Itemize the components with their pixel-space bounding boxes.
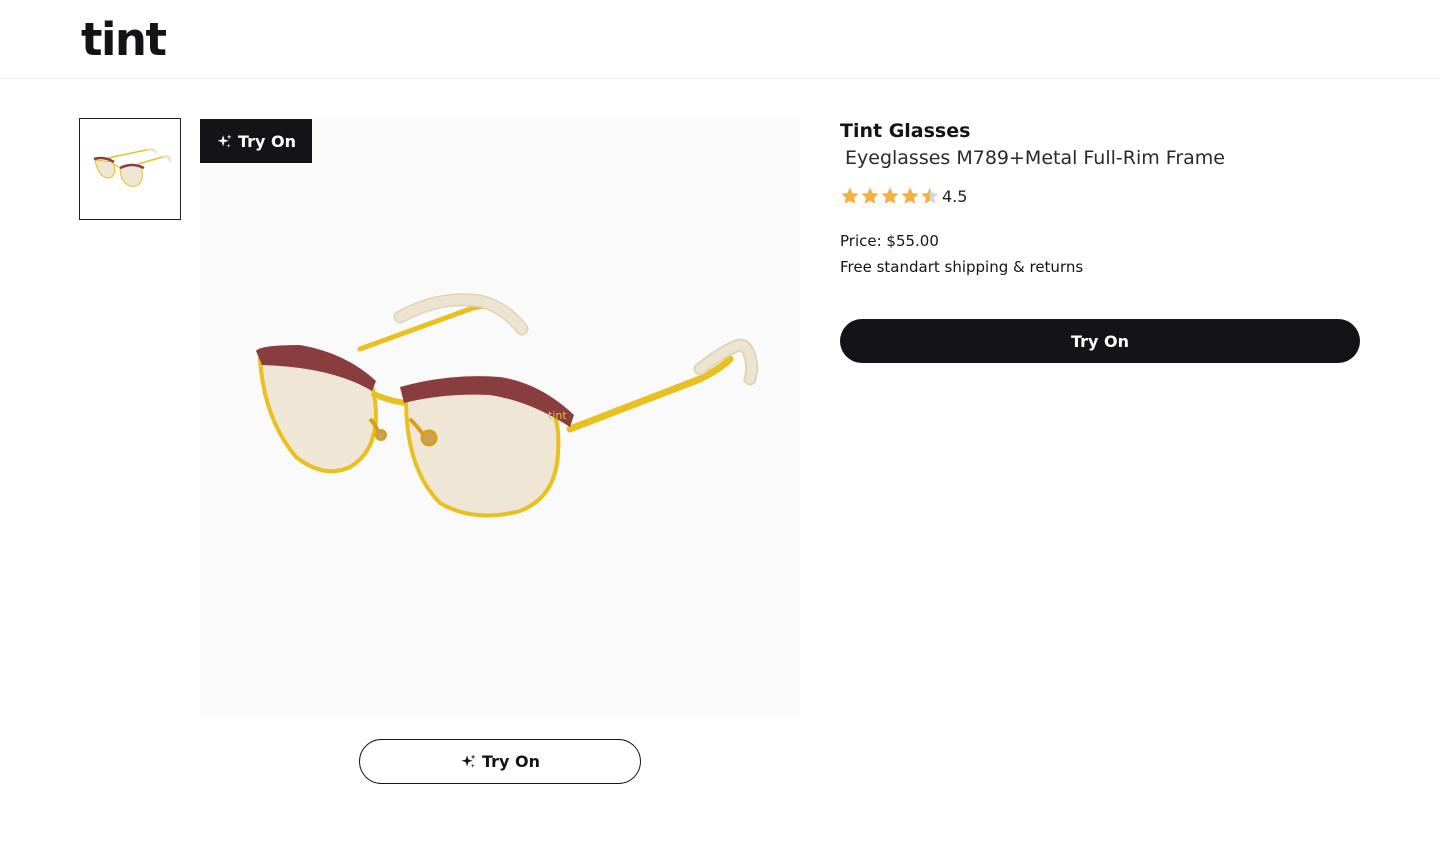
product-brand: Tint Glasses	[840, 120, 971, 142]
star-icon	[921, 187, 939, 204]
shipping-info: Free standart shipping & returns	[840, 258, 1084, 276]
product-rating: 4.5	[840, 185, 967, 207]
product-main-image: Try On tint	[200, 119, 800, 718]
rating-stars	[840, 186, 940, 206]
product-thumbnail[interactable]	[79, 118, 181, 220]
star-icon	[861, 187, 879, 204]
tint-logo[interactable]: tint	[81, 12, 167, 68]
star-icon	[901, 187, 919, 204]
sparkle-icon	[461, 754, 476, 768]
try-on-button[interactable]: Try On	[840, 319, 1360, 363]
below-image-try-on-button[interactable]: Try On	[359, 739, 641, 784]
below-image-try-on-label: Try On	[481, 752, 541, 771]
glasses-product-image: tint	[256, 293, 759, 518]
product-name: Eyeglasses M789+Metal Full-Rim Frame	[845, 147, 1225, 169]
star-icon	[881, 187, 899, 204]
svg-text:tint: tint	[548, 409, 567, 422]
star-icon	[841, 187, 859, 204]
glasses-thumbnail-image	[93, 148, 172, 187]
site-header: tint	[0, 0, 1440, 79]
rating-value: 4.5	[942, 186, 968, 206]
product-price: Price: $55.00	[840, 232, 939, 250]
